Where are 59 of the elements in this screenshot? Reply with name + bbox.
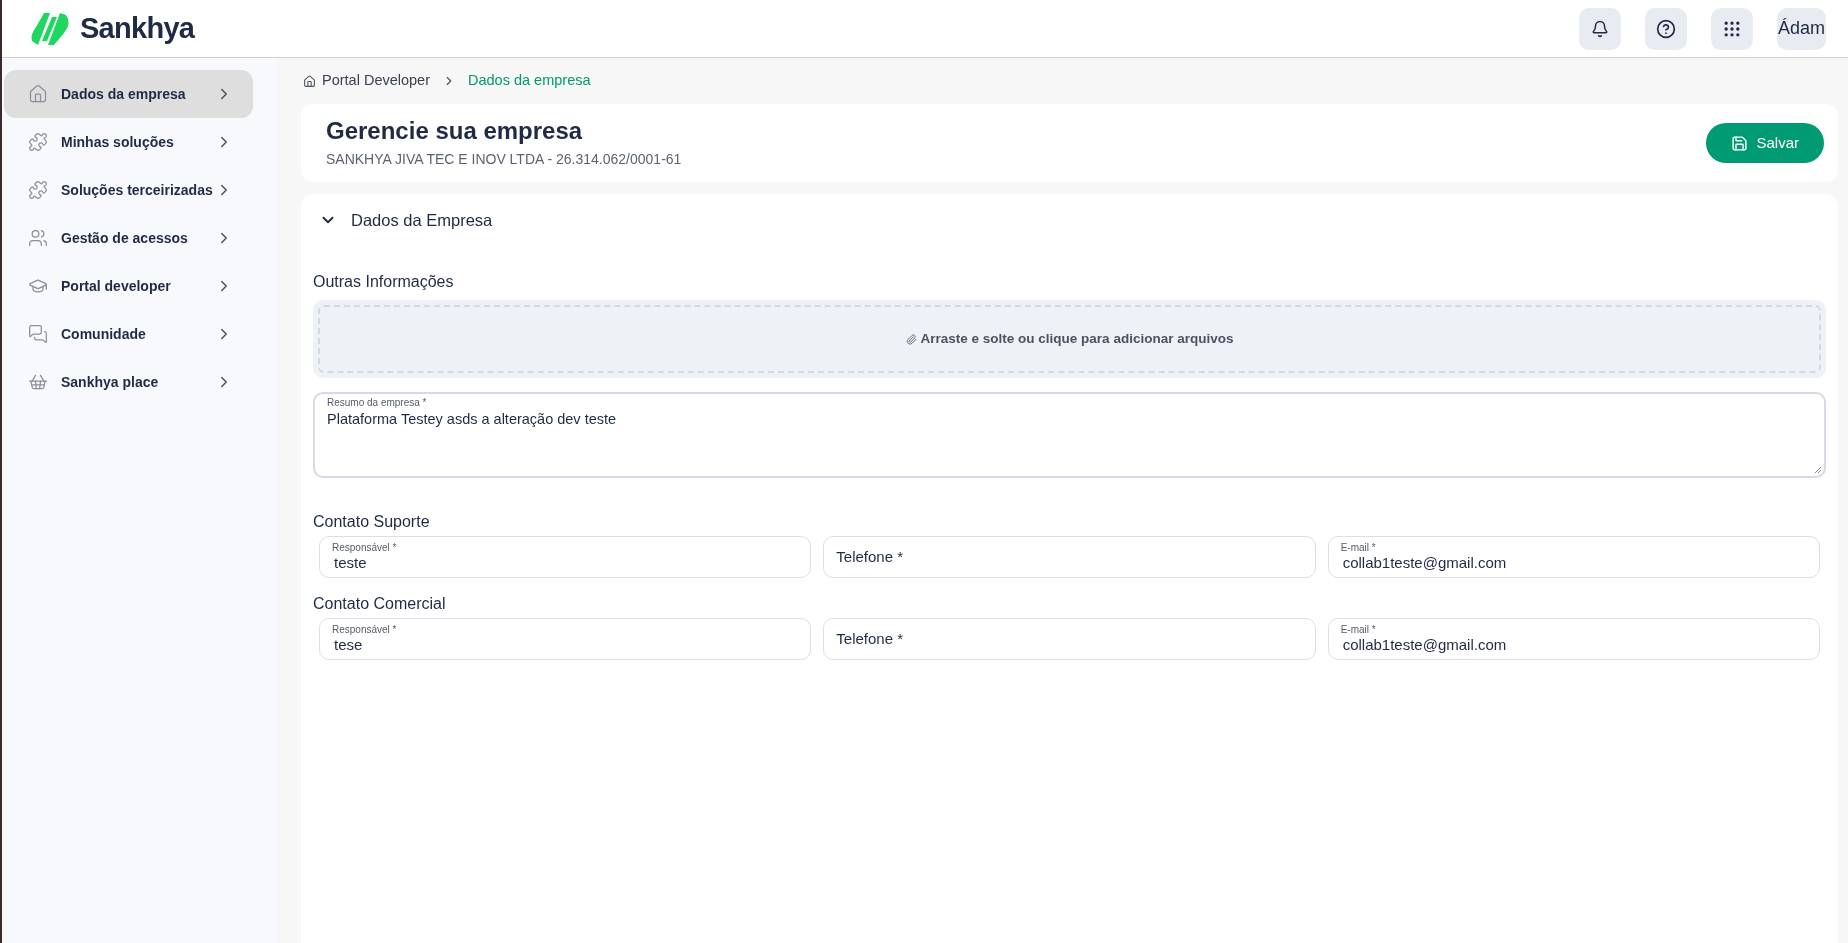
text-field[interactable]: Responsável * teste: [319, 536, 812, 578]
field-label: Telefone *: [836, 628, 905, 649]
chat-bubbles-icon: [28, 324, 48, 344]
puzzle-icon: [28, 180, 48, 200]
help-button[interactable]: [1644, 7, 1687, 50]
apps-grid-button[interactable]: [1710, 7, 1753, 50]
basket-icon: [28, 372, 48, 392]
sidebar-item[interactable]: Sankhya place: [4, 358, 253, 406]
field-label: E-mail *: [1340, 624, 1377, 636]
field-value: collab1teste@gmail.com: [1341, 636, 1508, 654]
sidebar-label: Sankhya place: [61, 372, 160, 392]
field-label: Responsável *: [332, 542, 398, 554]
field-value: collab1teste@gmail.com: [1341, 554, 1508, 572]
sidebar-label: Comunidade: [61, 324, 147, 344]
section-heading: Outras Informações: [313, 272, 455, 292]
field-value: Plataforma Testey asds a alteração dev teste: [327, 410, 617, 429]
text-field[interactable]: E-mail * collab1teste@gmail.com: [1327, 618, 1820, 660]
text-field[interactable]: E-mail * collab1teste@gmail.com: [1327, 536, 1820, 578]
avatar-button[interactable]: Ádam: [1776, 7, 1826, 50]
home-icon: [303, 74, 316, 88]
text-field[interactable]: Telefone *: [823, 618, 1316, 660]
field-value: teste: [333, 554, 368, 572]
text-field[interactable]: Telefone *: [823, 536, 1316, 578]
summary-textarea[interactable]: Resumo da empresa * Plataforma Testey asds a alteração dev teste: [313, 392, 1826, 478]
sidebar-item[interactable]: Portal developer: [4, 262, 253, 310]
bell-icon: [1590, 19, 1609, 38]
file-dropzone[interactable]: Arraste e solte ou clique para adicionar arquivos: [313, 300, 1826, 378]
field-label: Responsável *: [332, 624, 398, 636]
save-button[interactable]: Salvar: [1706, 123, 1824, 163]
page-subtitle: SANKHYA JIVA TEC E INOV LTDA - 26.314.062/0001-61: [326, 150, 682, 169]
users-icon: [28, 228, 48, 248]
resize-handle-icon: [1814, 466, 1822, 474]
logo-text: Sankhya: [80, 10, 195, 46]
section-heading: Contato Suporte: [313, 512, 431, 532]
puzzle-icon: [28, 132, 48, 152]
sidebar-label: Portal developer: [61, 276, 172, 296]
sidebar-label: Dados da empresa: [61, 84, 187, 104]
help-icon: [1655, 18, 1676, 39]
breadcrumb-link[interactable]: Portal Developer: [322, 70, 430, 92]
sidebar-item[interactable]: Soluções terceirizadas: [4, 166, 253, 214]
field-label: Telefone *: [836, 546, 905, 567]
section-heading: Contato Comercial: [313, 594, 447, 614]
sidebar-label: Gestão de acessos: [61, 228, 189, 248]
paperclip-icon: [905, 333, 917, 345]
home-icon: [28, 84, 48, 104]
dropzone-text: Arraste e solte ou clique para adicionar arquivos: [920, 329, 1234, 348]
accordion-header[interactable]: Dados da Empresa: [313, 194, 1826, 246]
field-label: E-mail *: [1340, 542, 1377, 554]
field-label: Resumo da empresa *: [327, 397, 427, 409]
page-title: Gerencie sua empresa: [326, 116, 584, 146]
field-value: tese: [333, 636, 364, 654]
sidebar-label: Minhas soluções: [61, 132, 175, 152]
notifications-button[interactable]: [1578, 7, 1621, 50]
sidebar-item[interactable]: Minhas soluções: [4, 118, 253, 166]
sidebar-item[interactable]: Gestão de acessos: [4, 214, 253, 262]
sidebar-label: Soluções terceirizadas: [61, 180, 214, 200]
sidebar-item[interactable]: Dados da empresa: [4, 70, 253, 118]
sidebar-item[interactable]: Comunidade: [4, 310, 253, 358]
text-field[interactable]: Responsável * tese: [319, 618, 812, 660]
